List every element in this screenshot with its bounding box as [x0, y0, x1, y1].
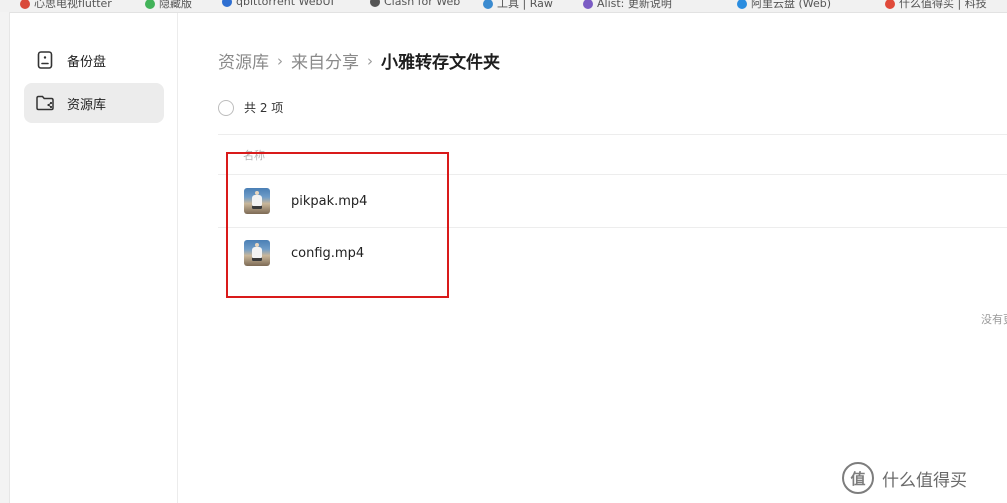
bookmark-icon — [737, 0, 747, 9]
watermark-logo-icon: 值 — [842, 462, 874, 494]
bookmark-icon — [885, 0, 895, 9]
bookmark-icon — [222, 0, 232, 7]
divider — [218, 134, 1007, 135]
window-left-edge — [0, 12, 10, 503]
breadcrumb-item-resources[interactable]: 资源库 — [218, 48, 269, 73]
bookmark-item[interactable]: 工具 | Raw — [483, 0, 553, 11]
bookmark-label: qbittorrent WebUI — [236, 0, 334, 8]
bookmarks-bar: 心思电视flutter 隐藏版 qbittorrent WebUI Clash … — [0, 0, 1007, 13]
bookmark-item[interactable]: 阿里云盘 (Web) — [737, 0, 831, 11]
sidebar-item-backup[interactable]: 备份盘 — [24, 40, 164, 80]
select-all-checkbox[interactable] — [218, 99, 234, 116]
item-count: 共 2 项 — [244, 101, 284, 115]
chevron-right-icon: › — [277, 51, 283, 70]
divider — [218, 174, 1007, 175]
chevron-right-icon: › — [367, 51, 373, 70]
watermark-text: 什么值得买 — [882, 470, 967, 491]
column-header-name[interactable]: 名称 — [243, 147, 265, 163]
file-row[interactable]: config.mp4 — [218, 228, 1007, 280]
watermark: 值 什么值得买 — [842, 462, 967, 494]
bookmark-label: Clash for Web — [384, 0, 461, 8]
bookmark-label: 心思电视flutter — [34, 0, 112, 10]
bookmark-item[interactable]: 隐藏版 — [145, 0, 192, 11]
bookmark-item[interactable]: Clash for Web — [370, 0, 460, 8]
breadcrumb-item-shared[interactable]: 来自分享 — [291, 48, 359, 73]
video-thumbnail-icon — [244, 188, 270, 214]
page-title: 小雅转存文件夹 — [381, 53, 500, 73]
bookmark-icon — [483, 0, 493, 9]
bookmark-icon — [145, 0, 155, 9]
bookmark-item[interactable]: qbittorrent WebUI — [222, 0, 334, 8]
bookmark-icon — [370, 0, 380, 7]
file-name: pikpak.mp4 — [291, 194, 368, 209]
sidebar: 备份盘 资源库 — [10, 13, 178, 503]
bookmark-label: 隐藏版 — [159, 0, 192, 10]
sidebar-item-label: 资源库 — [67, 97, 107, 113]
bookmark-label: 工具 | Raw — [497, 0, 553, 10]
select-all-row: 共 2 项 — [218, 99, 283, 116]
end-of-list-hint: 没有更多了 — [981, 313, 1007, 326]
bookmark-label: 什么值得买 | 科技 — [899, 0, 987, 10]
breadcrumb: 资源库 › 来自分享 › 小雅转存文件夹 — [218, 48, 500, 74]
file-name: config.mp4 — [291, 246, 365, 261]
bookmark-item[interactable]: 什么值得买 | 科技 — [885, 0, 987, 11]
bookmark-label: 阿里云盘 (Web) — [751, 0, 832, 10]
bookmark-label: Alist: 更新说明 — [597, 0, 672, 10]
resource-folder-icon — [35, 93, 55, 113]
bookmark-item[interactable]: Alist: 更新说明 — [583, 0, 672, 11]
backup-drive-icon — [35, 50, 55, 70]
bookmark-icon — [20, 0, 30, 9]
sidebar-item-resources[interactable]: 资源库 — [24, 83, 164, 123]
bookmark-icon — [583, 0, 593, 9]
file-row[interactable]: pikpak.mp4 — [218, 176, 1007, 228]
sidebar-item-label: 备份盘 — [67, 54, 107, 70]
bookmark-item[interactable]: 心思电视flutter — [20, 0, 112, 11]
video-thumbnail-icon — [244, 240, 270, 266]
